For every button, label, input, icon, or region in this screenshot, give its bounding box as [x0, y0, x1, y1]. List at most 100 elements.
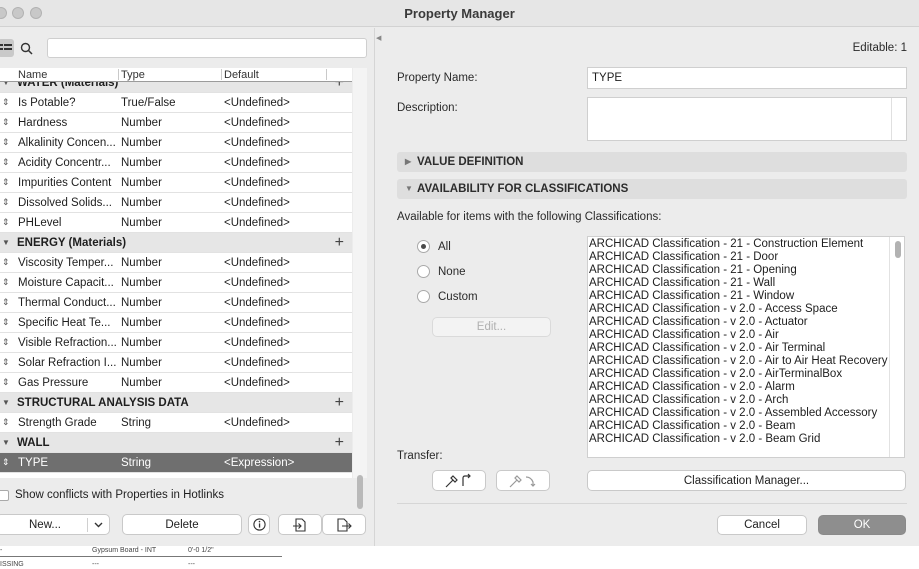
classification-item[interactable]: ARCHICAD Classification - v 2.0 - Access…	[589, 303, 890, 316]
classification-item[interactable]: ARCHICAD Classification - v 2.0 - Beam	[589, 420, 890, 433]
property-row[interactable]: ⇕ PHLevel Number <Undefined>	[0, 213, 352, 233]
show-conflicts-row[interactable]: Show conflicts with Properties in Hotlin…	[0, 487, 224, 503]
property-row[interactable]: ⇕ Solar Refraction I... Number <Undefined>	[0, 353, 352, 373]
show-conflicts-checkbox[interactable]	[0, 489, 9, 501]
column-default-header[interactable]: Default	[224, 69, 259, 81]
edit-button[interactable]: Edit...	[432, 317, 551, 337]
collapse-triangle-icon[interactable]: ▼	[2, 398, 10, 407]
classification-item[interactable]: ARCHICAD Classification - v 2.0 - AirTer…	[589, 368, 890, 381]
drag-handle-icon[interactable]: ⇕	[2, 457, 10, 468]
classification-item[interactable]: ARCHICAD Classification - v 2.0 - Air Te…	[589, 342, 890, 355]
property-manager-window: Property Manager ▼ WATER (Materials) + ⇕ Is …	[0, 0, 919, 546]
classification-item[interactable]: ARCHICAD Classification - v 2.0 - Alarm	[589, 381, 890, 394]
value-definition-section[interactable]: ▶ VALUE DEFINITION	[397, 152, 907, 172]
classification-item[interactable]: ARCHICAD Classification - 21 - Window	[589, 290, 890, 303]
add-property-icon[interactable]: +	[335, 434, 344, 452]
drag-handle-icon[interactable]: ⇕	[2, 97, 10, 108]
property-row[interactable]: ⇕ Gas Pressure Number <Undefined>	[0, 373, 352, 393]
group-row[interactable]: ▼ STRUCTURAL ANALYSIS DATA +	[0, 393, 352, 413]
transfer-inject-button[interactable]	[496, 470, 550, 491]
column-name-header[interactable]: Name	[18, 69, 47, 81]
property-row[interactable]: ⇕ Impurities Content Number <Undefined>	[0, 173, 352, 193]
radio-none[interactable]	[417, 265, 430, 278]
drag-handle-icon[interactable]: ⇕	[2, 277, 10, 288]
drag-handle-icon[interactable]: ⇕	[2, 297, 10, 308]
info-button[interactable]	[248, 514, 270, 535]
radio-custom[interactable]	[417, 290, 430, 303]
search-input[interactable]	[47, 38, 367, 58]
panel-divider[interactable]: ◀	[374, 28, 382, 546]
classification-item[interactable]: ARCHICAD Classification - 21 - Wall	[589, 277, 890, 290]
drag-handle-icon[interactable]: ⇕	[2, 417, 10, 428]
info-icon	[252, 518, 266, 531]
drag-handle-icon[interactable]: ⇕	[2, 117, 10, 128]
transfer-pick-button[interactable]	[432, 470, 486, 491]
property-row[interactable]: ⇕ Visible Refraction... Number <Undefined>	[0, 333, 352, 353]
classification-item[interactable]: ARCHICAD Classification - 21 - Opening	[589, 264, 890, 277]
property-default: <Undefined>	[224, 217, 290, 229]
drag-handle-icon[interactable]: ⇕	[2, 317, 10, 328]
classification-item[interactable]: ARCHICAD Classification - v 2.0 - Beam G…	[589, 433, 890, 446]
import-button[interactable]	[278, 514, 322, 535]
group-row[interactable]: ▼ ENERGY (Materials) +	[0, 233, 352, 253]
property-name: Solar Refraction I...	[18, 357, 116, 369]
radio-all[interactable]	[417, 240, 430, 253]
drag-handle-icon[interactable]: ⇕	[2, 357, 10, 368]
description-field[interactable]	[587, 97, 907, 141]
property-row[interactable]: ⇕ Strength Grade String <Undefined>	[0, 413, 352, 433]
add-property-icon[interactable]: +	[335, 394, 344, 412]
property-row[interactable]: ⇕ Dissolved Solids... Number <Undefined>	[0, 193, 352, 213]
new-button[interactable]: New...	[0, 514, 110, 535]
property-row[interactable]: ⇕ Viscosity Temper... Number <Undefined>	[0, 253, 352, 273]
search-icon[interactable]	[18, 39, 34, 57]
property-type: String	[121, 417, 152, 429]
property-row[interactable]: ⇕ Thermal Conduct... Number <Undefined>	[0, 293, 352, 313]
radio-none-label: None	[438, 266, 466, 278]
ok-button[interactable]: OK	[818, 515, 906, 535]
property-row[interactable]: ⇕ Acidity Concentr... Number <Undefined>	[0, 153, 352, 173]
property-default: <Undefined>	[224, 257, 290, 269]
drag-handle-icon[interactable]: ⇕	[2, 157, 10, 168]
add-property-icon[interactable]: +	[335, 234, 344, 252]
drag-handle-icon[interactable]: ⇕	[2, 197, 10, 208]
classification-item[interactable]: ARCHICAD Classification - v 2.0 - Air	[589, 329, 890, 342]
collapse-triangle-icon[interactable]: ▼	[2, 438, 10, 447]
group-row[interactable]: ▼ WALL +	[0, 433, 352, 453]
radio-all-label: All	[438, 241, 451, 253]
classification-item[interactable]: ARCHICAD Classification - 21 - Construct…	[589, 238, 890, 251]
property-row[interactable]: ⇕ Moisture Capacit... Number <Undefined>	[0, 273, 352, 293]
collapse-triangle-icon[interactable]: ▼	[2, 238, 10, 247]
drag-handle-icon[interactable]: ⇕	[2, 337, 10, 348]
availability-section[interactable]: ▼ AVAILABILITY FOR CLASSIFICATIONS	[397, 179, 907, 199]
property-row[interactable]: ⇕ Specific Heat Te... Number <Undefined>	[0, 313, 352, 333]
collapse-triangle-icon[interactable]: ◀	[376, 34, 381, 42]
property-name-field[interactable]: TYPE	[587, 67, 907, 89]
classification-scroll-thumb[interactable]	[895, 241, 901, 258]
drag-handle-icon[interactable]: ⇕	[2, 257, 10, 268]
drag-handle-icon[interactable]: ⇕	[2, 137, 10, 148]
classification-item[interactable]: ARCHICAD Classification - v 2.0 - Air to…	[589, 355, 890, 368]
classification-item[interactable]: ARCHICAD Classification - 21 - Door	[589, 251, 890, 264]
drag-handle-icon[interactable]: ⇕	[2, 217, 10, 228]
property-name: Hardness	[18, 117, 68, 129]
property-row[interactable]: ⇕ Is Potable? True/False <Undefined>	[0, 93, 352, 113]
drag-handle-icon[interactable]: ⇕	[2, 177, 10, 188]
list-view-icon[interactable]	[0, 39, 14, 57]
drag-handle-icon[interactable]: ⇕	[2, 377, 10, 388]
classification-manager-button[interactable]: Classification Manager...	[587, 470, 906, 491]
delete-button[interactable]: Delete	[122, 514, 242, 535]
classification-list[interactable]: ARCHICAD Classification - 21 - Construct…	[587, 236, 905, 458]
list-scroll-thumb[interactable]	[357, 475, 363, 509]
property-row[interactable]: ⇕ Hardness Number <Undefined>	[0, 113, 352, 133]
export-button[interactable]	[322, 514, 366, 535]
classification-item[interactable]: ARCHICAD Classification - v 2.0 - Assemb…	[589, 407, 890, 420]
classification-item[interactable]: ARCHICAD Classification - v 2.0 - Arch	[589, 394, 890, 407]
list-scrollbar[interactable]	[353, 68, 367, 509]
title-bar[interactable]: Property Manager	[0, 0, 919, 27]
column-type-header[interactable]: Type	[121, 69, 145, 81]
property-row[interactable]: ⇕ Alkalinity Concen... Number <Undefined>	[0, 133, 352, 153]
property-row[interactable]: ⇕ TYPE String <Expression>	[0, 453, 352, 473]
radio-custom-label: Custom	[438, 291, 478, 303]
classification-item[interactable]: ARCHICAD Classification - v 2.0 - Actuat…	[589, 316, 890, 329]
cancel-button[interactable]: Cancel	[717, 515, 807, 535]
